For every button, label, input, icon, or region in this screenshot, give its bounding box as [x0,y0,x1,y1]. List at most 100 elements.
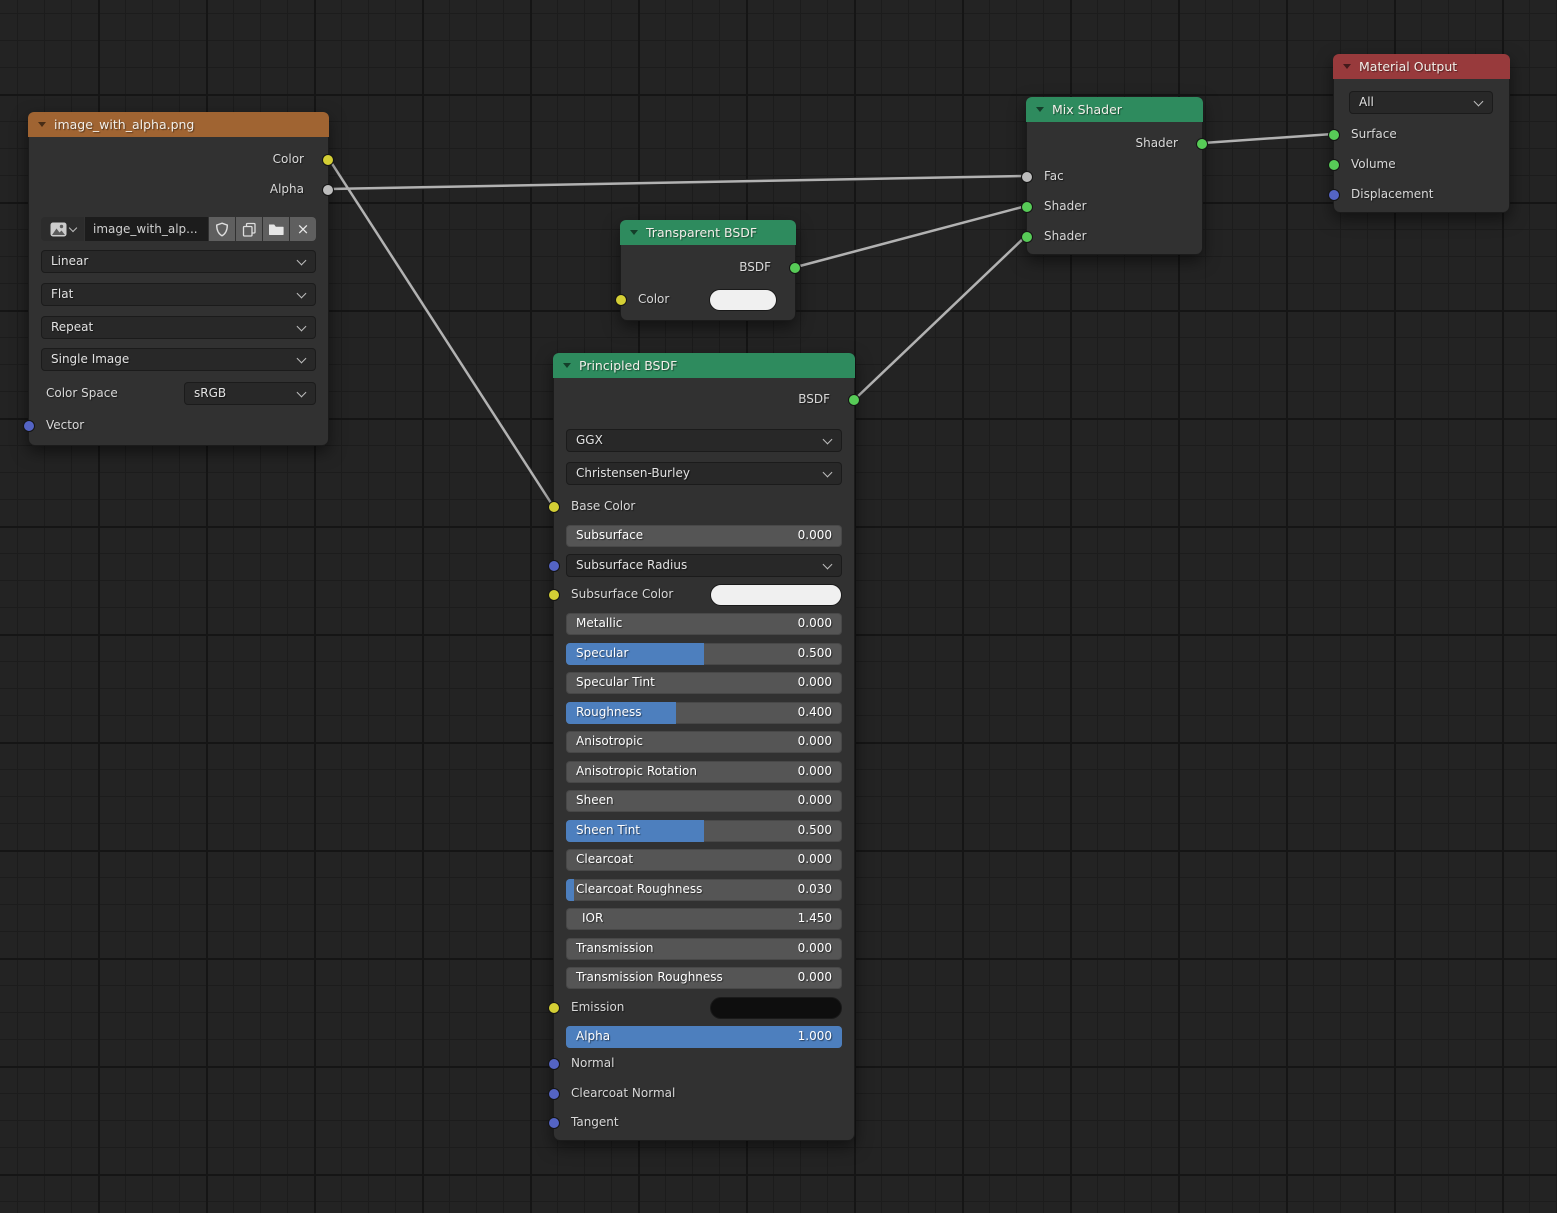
slider-specular[interactable]: Specular 0.500 [566,643,842,665]
node-transparent-bsdf[interactable]: Transparent BSDF BSDF Color [620,220,796,321]
slider-value: 0.400 [798,705,832,719]
input-row-surface: Surface [1346,124,1497,146]
subsurface-method-dropdown[interactable]: Christensen-Burley [566,462,842,485]
node-title: Material Output [1359,59,1457,74]
collapse-triangle-icon[interactable] [38,122,46,127]
chevron-down-icon [1474,97,1484,107]
socket-normal-input[interactable] [548,1058,560,1070]
collapse-triangle-icon[interactable] [1036,107,1044,112]
dropdown-value: Repeat [51,320,93,334]
socket-shader1-input[interactable] [1021,201,1033,213]
slider-label: Roughness [576,705,641,719]
output-row-color: Color [41,149,316,171]
socket-volume-input[interactable] [1328,159,1340,171]
node-header-image-texture[interactable]: image_with_alpha.png [28,112,329,137]
color-swatch[interactable] [709,289,777,311]
slider-ior[interactable]: IOR 1.450 [566,908,842,930]
chevron-down-icon [297,256,307,266]
slider-anisotropic-rotation[interactable]: Anisotropic Rotation 0.000 [566,761,842,783]
slider-alpha[interactable]: Alpha 1.000 [566,1026,842,1048]
socket-subsurface-color-input[interactable] [548,589,560,601]
slider-value: 1.450 [798,911,832,925]
slider-transmission[interactable]: Transmission 0.000 [566,938,842,960]
target-dropdown[interactable]: All [1349,91,1493,114]
open-image-button[interactable] [263,217,289,241]
node-header-principled-bsdf[interactable]: Principled BSDF [553,353,855,378]
interpolation-dropdown[interactable]: Linear [41,250,316,273]
socket-color-input[interactable] [615,294,627,306]
node-header-mix-shader[interactable]: Mix Shader [1026,97,1203,122]
socket-shader2-input[interactable] [1021,231,1033,243]
socket-subsurface-radius-input[interactable] [548,560,560,572]
collapse-triangle-icon[interactable] [630,230,638,235]
socket-bsdf-output[interactable] [789,262,801,274]
chevron-down-icon [297,354,307,364]
input-row-clearcoat-normal: Clearcoat Normal [566,1083,842,1105]
slider-specular-tint[interactable]: Specular Tint 0.000 [566,672,842,694]
slider-label: Transmission Roughness [576,970,723,984]
socket-bsdf-output[interactable] [848,394,860,406]
node-header-material-output[interactable]: Material Output [1333,54,1510,79]
slider-transmission-roughness[interactable]: Transmission Roughness 0.000 [566,967,842,989]
node-image-texture[interactable]: image_with_alpha.png Color Alpha image_w… [28,112,329,446]
distribution-dropdown[interactable]: GGX [566,429,842,452]
socket-shader-output[interactable] [1196,138,1208,150]
node-principled-bsdf[interactable]: Principled BSDF BSDF GGX Christensen-Bur… [553,353,855,1141]
slider-clearcoat[interactable]: Clearcoat 0.000 [566,849,842,871]
slider-metallic[interactable]: Metallic 0.000 [566,613,842,635]
socket-base-color-input[interactable] [548,501,560,513]
wire-alpha-to-fac [329,176,1026,189]
chevron-down-icon [297,322,307,332]
slider-subsurface[interactable]: Subsurface 0.000 [566,525,842,547]
slider-sheen[interactable]: Sheen 0.000 [566,790,842,812]
output-label: Alpha [270,182,304,196]
image-name-field[interactable]: image_with_alp... [85,217,208,241]
emission-color-swatch[interactable] [710,997,842,1019]
socket-color-output[interactable] [322,154,334,166]
socket-surface-input[interactable] [1328,129,1340,141]
slider-label: Specular [576,646,628,660]
unlink-button[interactable]: × [290,217,316,241]
subsurface-color-swatch[interactable] [710,584,842,606]
slider-roughness[interactable]: Roughness 0.400 [566,702,842,724]
extension-dropdown[interactable]: Repeat [41,316,316,339]
slider-sheen-tint[interactable]: Sheen Tint 0.500 [566,820,842,842]
subsurface-radius-dropdown[interactable]: Subsurface Radius [566,554,842,577]
input-row-displacement: Displacement [1346,184,1497,206]
input-label: Subsurface Color [571,587,673,601]
input-label: Normal [571,1056,614,1070]
slider-value: 0.000 [798,793,832,807]
image-icon [50,222,67,237]
socket-emission-input[interactable] [548,1002,560,1014]
fake-user-button[interactable] [209,217,235,241]
node-editor-canvas[interactable]: image_with_alpha.png Color Alpha image_w… [0,0,1557,1213]
collapse-triangle-icon[interactable] [1343,64,1351,69]
node-material-output[interactable]: Material Output All Surface Volume Displ… [1333,54,1510,213]
socket-vector-input[interactable] [23,420,35,432]
collapse-triangle-icon[interactable] [563,363,571,368]
source-dropdown[interactable]: Single Image [41,348,316,371]
slider-label: Clearcoat Roughness [576,882,702,896]
slider-anisotropic[interactable]: Anisotropic 0.000 [566,731,842,753]
socket-fac-input[interactable] [1021,171,1033,183]
node-mix-shader[interactable]: Mix Shader Shader Fac Shader Shader [1026,97,1203,255]
projection-dropdown[interactable]: Flat [41,283,316,306]
duplicate-button[interactable] [236,217,262,241]
wire-mix-to-surface [1203,134,1333,143]
slider-clearcoat-roughness[interactable]: Clearcoat Roughness 0.030 [566,879,842,901]
dropdown-value: Single Image [51,352,129,366]
node-header-transparent-bsdf[interactable]: Transparent BSDF [620,220,796,245]
input-row-shader-2: Shader [1039,226,1190,248]
input-label: Color [638,292,669,306]
socket-displacement-input[interactable] [1328,189,1340,201]
slider-label: Sheen Tint [576,823,640,837]
color-space-dropdown[interactable]: sRGB [184,382,316,405]
input-row-volume: Volume [1346,154,1497,176]
input-label: Volume [1351,157,1396,171]
socket-tangent-input[interactable] [548,1117,560,1129]
socket-alpha-output[interactable] [322,184,334,196]
slider-label: Metallic [576,616,622,630]
image-browse-button[interactable] [41,217,84,241]
socket-clearcoat-normal-input[interactable] [548,1088,560,1100]
output-label: Color [273,152,304,166]
